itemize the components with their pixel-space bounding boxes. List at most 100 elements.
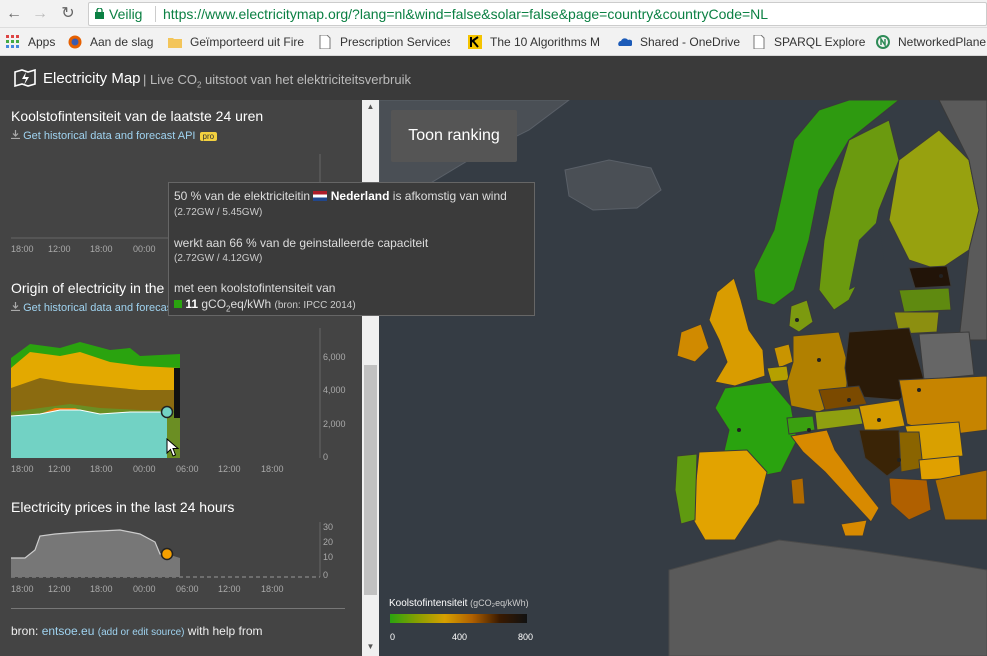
url-text[interactable]: https://www.electricitymap.org/?lang=nl&…	[163, 3, 768, 25]
bookmark-10-algorithms[interactable]: The 10 Algorithms M	[468, 34, 604, 50]
origin-x-tick: 18:00	[90, 464, 113, 474]
app-header: Electricity Map | Live CO2 uitstoot van …	[0, 56, 987, 100]
bookmark-sparql-explorer[interactable]: SPARQL Explorer	[752, 34, 866, 50]
origin-series-wind	[11, 410, 167, 458]
map-country-iceland	[564, 159, 662, 211]
tooltip-line-1-detail: (2.72GW / 5.45GW)	[174, 207, 263, 218]
origin-y-tick: 6,000	[323, 352, 346, 362]
prices-x-tick: 00:00	[133, 584, 156, 594]
map-country-belgium	[766, 365, 790, 383]
origin-heading: Origin of electricity in the	[11, 280, 165, 296]
forward-arrow-icon[interactable]: →	[30, 4, 50, 24]
origin-area-chart[interactable]	[0, 328, 362, 468]
prices-cursor-dot	[160, 547, 174, 561]
prices-x-tick: 18:00	[90, 584, 113, 594]
prices-x-tick: 12:00	[218, 584, 241, 594]
electricity-map-logo-icon	[14, 69, 36, 87]
reload-icon[interactable]: ↻	[58, 4, 78, 24]
pro-badge: pro	[199, 132, 218, 141]
folder-icon	[168, 38, 182, 48]
origin-x-tick: 18:00	[261, 464, 284, 474]
download-icon	[11, 130, 20, 140]
carbon-legend: Koolstofintensiteit (gCO₂eq/kWh) 0 400 8…	[384, 594, 556, 650]
tooltip-intensity-value: 11 gCO2eq/kWh (bron: IPCC 2014)	[174, 297, 356, 313]
download-icon	[11, 302, 20, 312]
map-land-north-africa	[668, 539, 987, 656]
legend-gradient	[390, 614, 527, 623]
origin-y-tick: 2,000	[323, 419, 346, 429]
carbon-x-tick: 00:00	[133, 244, 156, 254]
map-country-denmark	[788, 299, 814, 333]
intensity-color-swatch	[174, 300, 182, 308]
source-line: bron: entsoe.eu (add or edit source) wit…	[11, 624, 263, 638]
map-country-belarus	[918, 331, 975, 381]
origin-x-tick: 12:00	[218, 464, 241, 474]
bookmark-networkedplane[interactable]: NetworkedPlane	[876, 34, 987, 50]
prices-y-tick: 0	[323, 570, 329, 580]
legend-title: Koolstofintensiteit (gCO₂eq/kWh)	[389, 598, 529, 609]
map-country-latvia	[898, 287, 952, 313]
address-bar[interactable]: Veilig https://www.electricitymap.org/?l…	[88, 2, 987, 26]
scroll-up-arrow-icon[interactable]: ▲	[362, 100, 379, 114]
map-country-austria	[814, 407, 864, 431]
ranking-button[interactable]: Toon ranking	[391, 110, 517, 162]
back-arrow-icon[interactable]: ←	[4, 4, 24, 24]
page-icon	[753, 35, 765, 49]
tooltip-line-3: met een koolstofintensiteit van	[174, 281, 336, 295]
legend-tick: 800	[518, 632, 534, 642]
map-country-estonia	[908, 265, 952, 289]
carbon-x-tick: 18:00	[90, 244, 113, 254]
apps-grid-icon	[6, 35, 19, 48]
mouse-cursor-icon	[166, 438, 180, 457]
origin-x-tick: 12:00	[48, 464, 71, 474]
origin-x-tick: 18:00	[11, 464, 34, 474]
origin-api-link[interactable]: Get historical data and forecas	[11, 302, 172, 314]
browser-toolbar: ← → ↻ Veilig https://www.electricitymap.…	[0, 0, 987, 28]
source-link[interactable]: entsoe.eu	[42, 624, 95, 638]
map-country-greece	[888, 477, 932, 521]
origin-x-tick: 06:00	[176, 464, 199, 474]
bookmarks-bar: Apps Aan de slag Geïmporteerd uit Fire P…	[0, 28, 987, 56]
origin-y-tick: 4,000	[323, 385, 346, 395]
legend-tick: 0	[390, 632, 396, 642]
api-link-label: Get historical data and forecast API	[23, 130, 196, 142]
bookmark-onedrive[interactable]: Shared - OneDrive	[618, 34, 740, 50]
scrollbar-thumb[interactable]	[364, 365, 377, 595]
map-country-hungary	[858, 399, 906, 433]
prices-chart[interactable]	[0, 520, 362, 582]
app-subtitle: | Live CO2 uitstoot van het elektricitei…	[143, 72, 411, 90]
map-country-switzerland	[786, 415, 816, 435]
map-country-spain	[690, 449, 768, 541]
prices-heading: Electricity prices in the last 24 hours	[11, 499, 235, 515]
prices-x-tick: 06:00	[176, 584, 199, 594]
map-country-sardinia	[790, 477, 806, 505]
map-country-ireland	[676, 323, 710, 363]
np-logo-icon	[876, 35, 890, 49]
lock-icon	[95, 8, 104, 19]
prices-y-tick: 20	[323, 537, 334, 547]
legend-tick: 400	[452, 632, 468, 642]
prices-area	[11, 530, 180, 577]
origin-x-tick: 00:00	[133, 464, 156, 474]
prices-x-tick: 18:00	[11, 584, 34, 594]
bookmark-apps[interactable]: Apps	[6, 34, 60, 50]
app-title: Electricity Map	[43, 70, 141, 87]
k-logo-icon	[468, 35, 482, 49]
map-country-netherlands	[773, 343, 794, 369]
onedrive-icon	[618, 38, 632, 46]
carbon-x-tick: 12:00	[48, 244, 71, 254]
firefox-icon	[68, 35, 82, 49]
prices-x-tick: 12:00	[48, 584, 71, 594]
tooltip-line-2-detail: (2.72GW / 4.12GW)	[174, 253, 263, 264]
origin-cursor-dot	[160, 405, 174, 419]
api-link[interactable]: Get historical data and forecast API pro	[11, 130, 218, 142]
page-icon	[319, 35, 331, 49]
carbon-x-tick: 18:00	[11, 244, 34, 254]
scroll-down-arrow-icon[interactable]: ▼	[362, 640, 379, 654]
bookmark-aan-de-slag[interactable]: Aan de slag	[68, 34, 160, 50]
bookmark-geimporteerd[interactable]: Geïmporteerd uit Fire	[168, 34, 304, 50]
edit-source-link[interactable]: (add or edit source)	[98, 627, 185, 638]
bookmark-prescription-services[interactable]: Prescription Services	[318, 34, 450, 50]
tooltip-line-1: 50 % van de elektriciteitin Nederland is…	[174, 189, 507, 203]
secure-label: Veilig	[109, 6, 143, 22]
